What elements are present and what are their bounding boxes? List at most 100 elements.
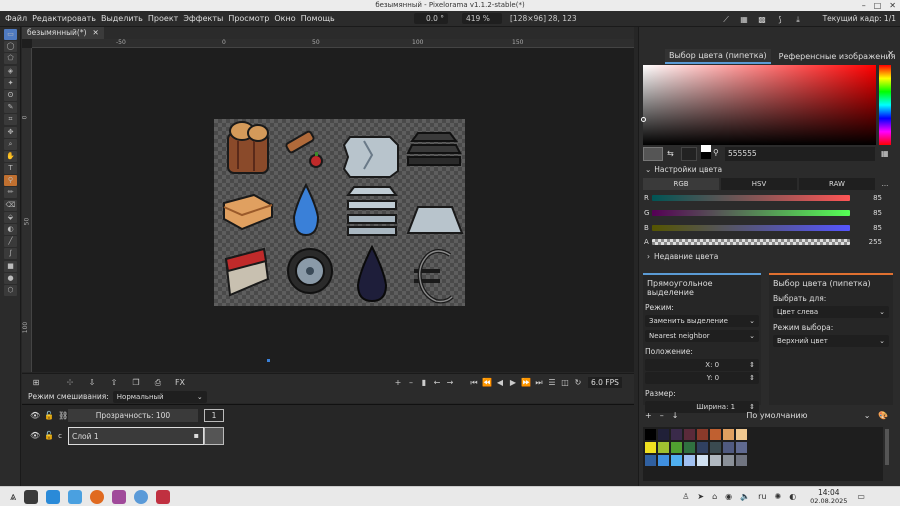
menu-select[interactable]: Выделить xyxy=(101,14,143,23)
tool-paint-select[interactable]: ✎ xyxy=(4,102,17,114)
snap-icon[interactable]: ⟆ xyxy=(774,14,786,25)
palette-swatch[interactable] xyxy=(671,442,682,453)
cel-thumbnail[interactable] xyxy=(204,427,224,445)
import-icon[interactable]: ⤓ xyxy=(792,14,804,25)
recent-colors-toggle[interactable]: › Недавние цвета xyxy=(647,252,718,261)
secondary-color-swatch[interactable] xyxy=(681,147,697,161)
notifications-icon[interactable]: ◐ xyxy=(789,492,796,501)
palette-swatch[interactable] xyxy=(697,429,708,440)
palette-swatch[interactable] xyxy=(736,429,747,440)
slider-g[interactable]: G 85 xyxy=(644,209,882,217)
arrow-right-icon[interactable]: → xyxy=(444,377,456,388)
hue-slider[interactable] xyxy=(879,65,891,145)
eyedropper-icon[interactable]: ⚲ xyxy=(713,148,719,157)
tool-pan[interactable]: ✋ xyxy=(4,150,17,162)
palette-dropdown[interactable]: По умолчанию ⌄ xyxy=(746,411,870,420)
palette-swatch[interactable] xyxy=(710,442,721,453)
layer-visibility-icon[interactable]: 👁 xyxy=(30,431,40,440)
mode-raw-button[interactable]: RAW xyxy=(799,178,875,190)
palette-swatch[interactable] xyxy=(684,455,695,466)
timeline-icon[interactable]: ▮ xyxy=(418,377,430,388)
palette-down-icon[interactable]: ↓ xyxy=(672,411,679,420)
menu-effects[interactable]: Эффекты xyxy=(183,14,223,23)
palette-swatch[interactable] xyxy=(684,429,695,440)
transparency-icon[interactable]: ▩ xyxy=(756,14,768,25)
zoom-field[interactable]: 419 % xyxy=(462,13,502,24)
channel-value[interactable]: 85 xyxy=(850,194,882,202)
tool-move[interactable]: ✥ xyxy=(4,126,17,138)
palette-swatch[interactable] xyxy=(736,455,747,466)
minus-icon[interactable]: – xyxy=(405,377,417,388)
frame-number[interactable]: 1 xyxy=(204,409,224,422)
palette-swatch[interactable] xyxy=(658,442,669,453)
channel-value[interactable]: 85 xyxy=(850,224,882,232)
pixelorama-window-icon[interactable] xyxy=(156,489,171,504)
pixelorama-icon[interactable] xyxy=(112,489,127,504)
user-icon[interactable]: ♙ xyxy=(682,492,689,501)
pick-mode-dropdown[interactable]: Верхний цвет ⌄ xyxy=(773,335,889,347)
tool-shading[interactable]: ◐ xyxy=(4,224,17,235)
current-color-swatch[interactable] xyxy=(643,147,663,161)
brightness-icon[interactable]: ✺ xyxy=(774,492,781,501)
horizontal-ruler[interactable]: -50 0 50 100 150 xyxy=(32,39,634,48)
palette-swatch[interactable] xyxy=(697,455,708,466)
channel-value[interactable]: 255 xyxy=(850,238,882,246)
opacity-slider[interactable]: Прозрачность: 100 xyxy=(68,409,198,422)
tool-bucket[interactable]: ⬙ xyxy=(4,211,17,223)
palette-swatch[interactable] xyxy=(736,442,747,453)
palette-swatch[interactable] xyxy=(684,442,695,453)
selection-mode-dropdown[interactable]: Заменить выделение ⌄ xyxy=(645,315,759,327)
slider-r[interactable]: R 85 xyxy=(644,194,882,202)
tab-reference-images[interactable]: Референсные изображения xyxy=(775,50,900,63)
mirror-icon[interactable]: ⟋ xyxy=(720,14,732,25)
palette-swatch[interactable] xyxy=(658,455,669,466)
rotation-field[interactable]: 0.0 ° xyxy=(414,13,448,24)
show-desktop-icon[interactable]: ▭ xyxy=(857,492,865,501)
tool-zoom[interactable]: ⌕ xyxy=(4,138,17,150)
tab-color-picker[interactable]: Выбор цвета (пипетка) xyxy=(665,49,771,64)
drawing-canvas[interactable] xyxy=(214,119,465,306)
tool-crop[interactable]: ⌗ xyxy=(4,114,17,126)
interpolation-dropdown[interactable]: Nearest neighbor ⌄ xyxy=(645,330,759,342)
tool-lasso[interactable]: ʘ xyxy=(4,89,17,101)
channel-a-bar[interactable] xyxy=(652,239,850,245)
menu-window[interactable]: Окно xyxy=(274,14,295,23)
close-icon[interactable]: ✕ xyxy=(889,0,896,11)
position-y-field[interactable]: Y: 0 ⇕ xyxy=(645,372,759,384)
settings-app-icon[interactable] xyxy=(134,489,149,504)
mode-rgb-button[interactable]: RGB xyxy=(643,178,719,190)
tile-mode-icon[interactable]: ▦ xyxy=(738,14,750,25)
palette-swatch[interactable] xyxy=(723,442,734,453)
minimize-icon[interactable]: – xyxy=(862,0,866,11)
arrow-left-icon[interactable]: ← xyxy=(431,377,443,388)
start-menu-icon[interactable]: ⩓ xyxy=(10,490,16,504)
tool-rectangle[interactable]: ■ xyxy=(4,260,17,272)
document-tab[interactable]: безымянный(*) ✕ xyxy=(22,27,104,39)
tool-curve[interactable]: ∫ xyxy=(4,248,17,260)
keyboard-layout[interactable]: ru xyxy=(758,492,766,501)
volume-icon[interactable]: 🔈 xyxy=(740,492,750,501)
timeline-settings-icon[interactable]: ☰ xyxy=(546,377,558,388)
palette-swatch[interactable] xyxy=(658,429,669,440)
layer-lock-icon[interactable]: 🔓 xyxy=(44,431,54,440)
tool-ellipse-select[interactable]: ◯ xyxy=(4,41,17,53)
swap-colors-icon[interactable]: ⇆ xyxy=(667,149,674,158)
palette-swatch[interactable] xyxy=(671,455,682,466)
clone-frame-icon[interactable]: ⎙ xyxy=(152,377,164,388)
move-up-icon[interactable]: ⇧ xyxy=(108,377,120,388)
add-frame-icon[interactable]: ⊞ xyxy=(30,377,42,388)
clock[interactable]: 14:04 02.08.2025 xyxy=(810,488,847,506)
remove-palette-icon[interactable]: – xyxy=(660,411,664,420)
blend-mode-dropdown[interactable]: Нормальный ⌄ xyxy=(112,390,207,403)
channel-g-bar[interactable] xyxy=(652,210,850,216)
next-frame-icon[interactable]: ⏩ xyxy=(520,377,532,388)
duplicate-frame-icon[interactable]: ❐ xyxy=(130,377,142,388)
palette-swatch[interactable] xyxy=(710,429,721,440)
position-x-field[interactable]: X: 0 ⇕ xyxy=(645,359,759,371)
tool-poly-select[interactable]: ⬠ xyxy=(4,53,17,65)
play-backwards-icon[interactable]: ⏪ xyxy=(481,377,493,388)
menu-project[interactable]: Проект xyxy=(148,14,178,23)
layer-row[interactable]: Слой 1 ▪ xyxy=(68,427,204,445)
add-icon[interactable]: + xyxy=(392,377,404,388)
palette-swatch[interactable] xyxy=(645,455,656,466)
